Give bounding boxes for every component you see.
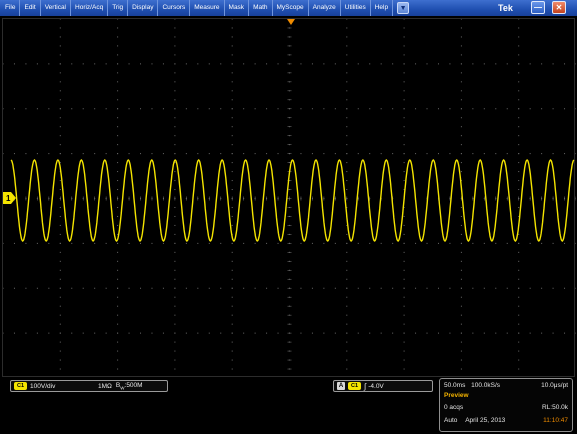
bandwidth-label: BW:500M xyxy=(116,382,143,390)
menu-measure[interactable]: Measure xyxy=(190,0,225,16)
timebase: 50.0ms xyxy=(444,382,466,389)
chevron-down-icon: ▼ xyxy=(399,4,407,12)
bandwidth-value: :500M xyxy=(124,381,143,389)
date: April 25, 2013 xyxy=(465,417,506,424)
input-coupling: 1MΩ xyxy=(98,382,112,390)
menu-dropdown-button[interactable]: ▼ xyxy=(397,2,410,14)
menu-cursors[interactable]: Cursors xyxy=(158,0,191,16)
menu-analyze[interactable]: Analyze xyxy=(309,0,341,16)
trigger-readout[interactable]: A C1 ∫ -4.0V xyxy=(333,380,433,392)
acquisition-status: Preview xyxy=(444,392,469,399)
menu-vertical[interactable]: Vertical xyxy=(41,0,72,16)
menu-bar: File Edit Vertical Horiz/Acq Trig Displa… xyxy=(0,0,577,16)
trigger-mode-badge: A xyxy=(337,382,345,390)
channel-1-marker-label: 1 xyxy=(6,194,11,203)
menu-myscope[interactable]: MyScope xyxy=(273,0,309,16)
menu-file[interactable]: File xyxy=(0,0,21,16)
graticule-grid xyxy=(3,19,576,370)
close-button[interactable]: ✕ xyxy=(552,1,566,14)
time: 11:10:47 xyxy=(543,417,568,424)
minimize-button[interactable]: — xyxy=(531,1,545,14)
menu-horiz-acq[interactable]: Horiz/Acq xyxy=(71,0,109,16)
menu-mask[interactable]: Mask xyxy=(225,0,250,16)
menu-edit[interactable]: Edit xyxy=(20,0,41,16)
channel-1-badge: C1 xyxy=(14,382,28,390)
rising-edge-icon: ∫ xyxy=(364,381,367,391)
graticule: 1 xyxy=(3,19,576,370)
trigger-mode: Auto xyxy=(444,417,458,424)
channel-1-waveform xyxy=(10,159,575,242)
menu-display[interactable]: Display xyxy=(128,0,159,16)
minimize-icon: — xyxy=(534,2,542,12)
waveform-display[interactable]: 1 xyxy=(2,18,576,377)
menu-utilities[interactable]: Utilities xyxy=(341,0,371,16)
acquisition-readout[interactable]: 50.0ms 100.0kS/s 10.0μs/pt Preview 0 acq… xyxy=(439,378,573,432)
record-length: RL:50.0k xyxy=(541,404,568,411)
brand-logo: Tek xyxy=(498,3,513,13)
channel-1-ground-marker[interactable]: 1 xyxy=(3,192,16,204)
menu-trig[interactable]: Trig xyxy=(108,0,129,16)
menu-help[interactable]: Help xyxy=(371,0,394,16)
trigger-position-marker[interactable] xyxy=(287,19,295,25)
menu-math[interactable]: Math xyxy=(249,0,273,16)
close-icon: ✕ xyxy=(555,2,563,12)
trigger-source-badge: C1 xyxy=(348,382,362,390)
acquisition-count: 0 acqs xyxy=(444,404,464,411)
time-resolution: 10.0μs/pt xyxy=(541,382,568,389)
sample-rate: 100.0kS/s xyxy=(471,382,501,389)
trigger-level: -4.0V xyxy=(368,382,384,390)
vertical-scale: 100V/div xyxy=(30,382,56,390)
channel-1-readout[interactable]: C1 100V/div 1MΩ BW:500M xyxy=(10,380,168,392)
